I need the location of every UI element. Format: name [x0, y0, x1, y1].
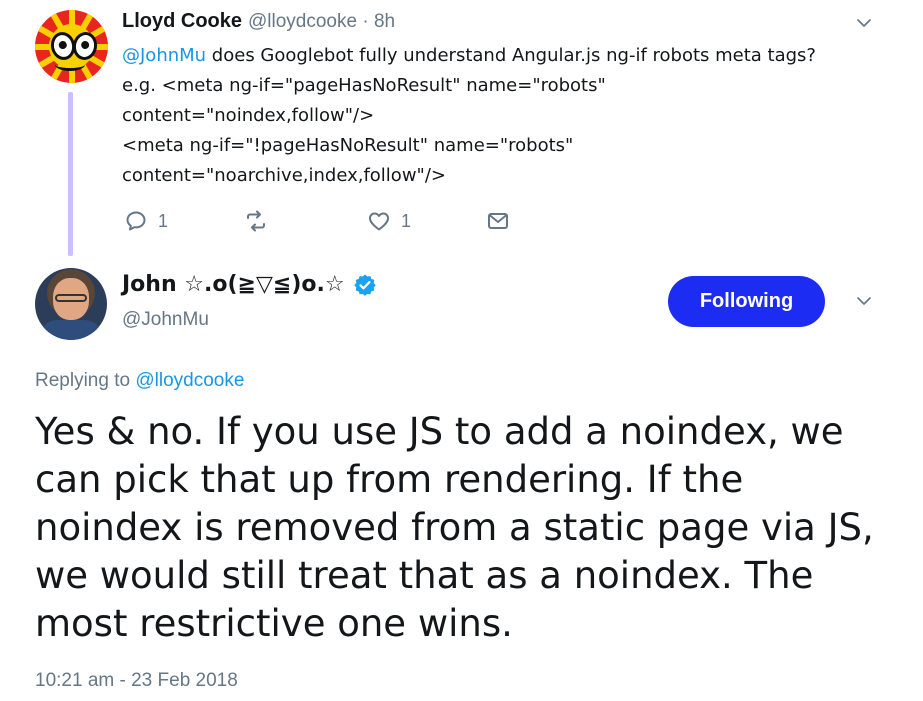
replying-to: Replying to @lloydcooke	[35, 370, 244, 392]
like-count: 1	[401, 210, 412, 231]
parent-line: content="noindex,follow"/>	[122, 105, 375, 126]
reply-icon	[126, 211, 146, 231]
lloyd-avatar[interactable]	[35, 10, 108, 83]
chevron-down-icon[interactable]	[855, 14, 873, 32]
reply-count: 1	[158, 210, 169, 231]
mention-link[interactable]: @JohnMu	[122, 45, 206, 66]
message-action[interactable]	[486, 209, 510, 233]
parent-handle-time: @lloydcooke · 8h	[248, 11, 396, 32]
john-avatar[interactable]	[35, 268, 107, 340]
reply-line: noindex is removed from a static page vi…	[35, 506, 874, 549]
parent-line: @JohnMu does Googlebot fully understand …	[122, 45, 816, 66]
parent-tweet-text: @JohnMu does Googlebot fully understand …	[122, 41, 862, 191]
message-icon	[488, 213, 508, 229]
replying-mention-link[interactable]: @lloydcooke	[135, 370, 244, 391]
reply-timestamp[interactable]: 10:21 am - 23 Feb 2018	[35, 670, 238, 692]
reply-line: can pick that up from rendering. If the	[35, 458, 744, 501]
reply-line: most restrictive one wins.	[35, 602, 513, 645]
reply-handle[interactable]: @JohnMu	[122, 309, 209, 331]
parent-line: <meta ng-if="!pageHasNoResult" name="rob…	[122, 135, 574, 156]
display-name-text[interactable]: John ☆.o(≧▽≦)o.☆	[122, 272, 345, 297]
like-action[interactable]: 1	[367, 209, 411, 233]
parent-line: content="noarchive,index,follow"/>	[122, 165, 446, 186]
replying-prefix: Replying to	[35, 370, 136, 391]
chevron-down-icon[interactable]	[855, 292, 873, 310]
reply-line: we would still treat that as a noindex. …	[35, 554, 814, 597]
parent-line: e.g. <meta ng-if="pageHasNoResult" name=…	[122, 75, 606, 96]
reply-display-name[interactable]: John ☆.o(≧▽≦)o.☆	[122, 272, 377, 297]
reply-tweet-text: Yes & no. If you use JS to add a noindex…	[35, 408, 895, 648]
retweet-icon	[247, 210, 265, 232]
reply-line: Yes & no. If you use JS to add a noindex…	[35, 410, 844, 453]
reply-action[interactable]: 1	[124, 209, 168, 233]
retweet-action[interactable]	[244, 209, 278, 233]
following-button[interactable]: Following	[668, 276, 825, 327]
verified-badge-icon	[353, 274, 376, 296]
thread-connector-line	[68, 92, 73, 256]
parent-display-name[interactable]: Lloyd Cooke	[122, 10, 242, 33]
like-icon	[369, 212, 389, 231]
